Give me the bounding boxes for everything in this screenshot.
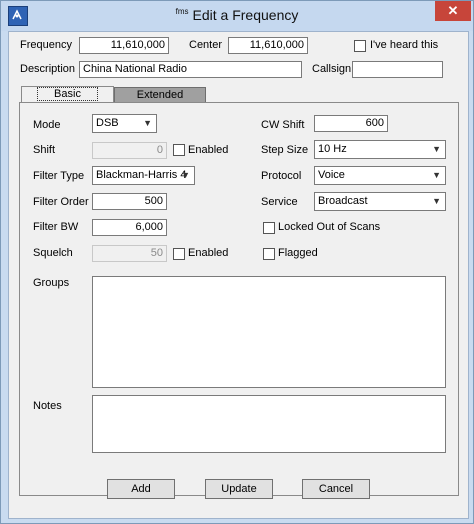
squelch-enabled-checkbox[interactable]	[173, 248, 185, 260]
add-button[interactable]: Add	[107, 479, 175, 499]
protocol-value: Voice	[318, 169, 345, 181]
dialog-client: Frequency 11,610,000 Center 11,610,000 I…	[8, 31, 469, 519]
frequency-field[interactable]: 11,610,000	[79, 37, 169, 54]
shift-label: Shift	[33, 144, 56, 156]
chevron-down-icon: ▼	[432, 170, 441, 180]
tab-basic-label: Basic	[37, 87, 98, 101]
squelch-field: 50	[92, 245, 167, 262]
close-icon: ✕	[447, 3, 459, 18]
filter-type-select[interactable]: Blackman-Harris 4 ▼	[92, 166, 195, 185]
center-field[interactable]: 11,610,000	[228, 37, 308, 54]
locked-out-label: Locked Out of Scans	[278, 221, 381, 233]
filter-order-field[interactable]: 500	[92, 193, 167, 210]
close-button[interactable]: ✕	[435, 1, 471, 21]
filter-type-label: Filter Type	[33, 170, 85, 182]
filter-type-value: Blackman-Harris 4	[96, 169, 187, 181]
title-prefix: fms	[175, 7, 189, 16]
tab-basic[interactable]: Basic	[21, 86, 114, 103]
step-size-select[interactable]: 10 Hz ▼	[314, 140, 446, 159]
title-bar[interactable]: fms Edit a Frequency ✕	[1, 1, 473, 31]
service-select[interactable]: Broadcast ▼	[314, 192, 446, 211]
filter-bw-field[interactable]: 6,000	[92, 219, 167, 236]
callsign-label: Callsign	[312, 63, 352, 75]
mode-select[interactable]: DSB ▼	[92, 114, 157, 133]
protocol-select[interactable]: Voice ▼	[314, 166, 446, 185]
shift-enabled-label: Enabled	[188, 144, 229, 156]
basic-panel: Mode DSB ▼ Shift 0 Enabled Filter Type Bl…	[19, 102, 459, 496]
cw-shift-field[interactable]: 600	[314, 115, 388, 132]
flagged-checkbox[interactable]	[263, 248, 275, 260]
title-text: Edit a Frequency	[192, 7, 299, 23]
notes-label: Notes	[33, 400, 62, 412]
shift-enabled-checkbox[interactable]	[173, 144, 185, 156]
heard-checkbox[interactable]	[354, 40, 366, 52]
cancel-button[interactable]: Cancel	[302, 479, 370, 499]
squelch-label: Squelch	[33, 247, 73, 259]
step-size-label: Step Size	[261, 144, 309, 156]
window-title: fms Edit a Frequency	[1, 7, 473, 23]
locked-out-checkbox[interactable]	[263, 222, 275, 234]
description-field[interactable]: China National Radio	[79, 61, 302, 78]
filter-bw-label: Filter BW	[33, 221, 79, 233]
update-button[interactable]: Update	[205, 479, 273, 499]
tab-extended-label: Extended	[136, 89, 184, 101]
squelch-enabled-label: Enabled	[188, 247, 229, 259]
service-value: Broadcast	[318, 195, 368, 207]
chevron-down-icon: ▼	[181, 170, 190, 180]
mode-label: Mode	[33, 119, 61, 131]
groups-label: Groups	[33, 277, 70, 289]
mode-value: DSB	[96, 117, 119, 129]
frequency-label: Frequency	[20, 39, 72, 51]
filter-order-label: Filter Order	[33, 196, 89, 208]
chevron-down-icon: ▼	[432, 144, 441, 154]
step-size-value: 10 Hz	[318, 143, 347, 155]
flagged-label: Flagged	[278, 247, 318, 259]
center-label: Center	[189, 39, 223, 51]
description-label: Description	[20, 63, 76, 75]
heard-label: I've heard this	[370, 39, 439, 51]
chevron-down-icon: ▼	[432, 196, 441, 206]
callsign-field[interactable]	[352, 61, 443, 78]
protocol-label: Protocol	[261, 170, 302, 182]
service-label: Service	[261, 196, 298, 208]
groups-list[interactable]	[92, 276, 446, 388]
cw-shift-label: CW Shift	[261, 119, 305, 131]
dialog-window: fms Edit a Frequency ✕ Frequency 11,610,0…	[0, 0, 474, 524]
chevron-down-icon: ▼	[143, 118, 152, 128]
shift-field: 0	[92, 142, 167, 159]
notes-textarea[interactable]	[92, 395, 446, 453]
